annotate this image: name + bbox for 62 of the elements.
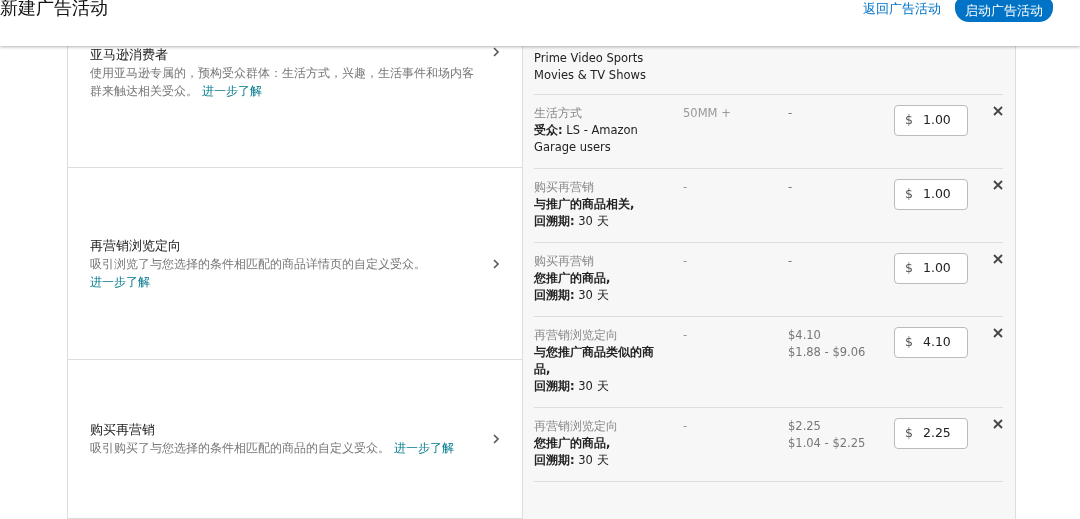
bid-value: 4.10: [922, 333, 951, 352]
target-detail: 与推广的商品相关,: [534, 196, 636, 213]
close-icon[interactable]: [993, 180, 1003, 190]
reach-value: -: [683, 327, 689, 344]
target-type: 购买再营销: [534, 253, 595, 270]
learn-more-link[interactable]: 进一步了解: [201, 84, 262, 98]
close-icon[interactable]: [993, 254, 1003, 264]
target-type: 生活方式: [534, 105, 583, 122]
close-icon[interactable]: [993, 106, 1003, 116]
category-title: 再营销浏览定向: [90, 236, 182, 255]
suggested-bid: $1.88 - $9.06: [788, 344, 866, 361]
target-detail: 您推广的商品,: [534, 270, 612, 287]
audience-name: Prime Video Sports: [534, 50, 645, 67]
category-description: 使用亚马逊专属的，预构受众群体：生活方式，兴趣，生活事件和场内客群来触达相关受众。 进一步了解: [90, 65, 475, 100]
bid-value: 1.00: [922, 111, 951, 130]
bid-input[interactable]: $ 1.00: [894, 105, 968, 136]
back-link[interactable]: 返回广告活动: [863, 0, 941, 18]
target-detail: 您推广的商品,: [534, 435, 612, 452]
target-type: 购买再营销: [534, 179, 595, 196]
bid-value: 1.00: [922, 185, 951, 204]
target-detail: 回溯期: 30 天: [534, 213, 610, 230]
currency-symbol: $: [905, 424, 913, 443]
category-title: 购买再营销: [90, 421, 156, 440]
chevron-right-icon: [492, 257, 500, 270]
chevron-right-icon: [492, 433, 500, 446]
currency-symbol: $: [905, 333, 913, 352]
reach-value: 50MM +: [683, 105, 732, 122]
suggested-bid: $1.04 - $2.25: [788, 435, 866, 452]
audience-name: Movies & TV Shows: [534, 67, 647, 84]
launch-campaign-button[interactable]: 启动广告活动: [955, 0, 1053, 22]
currency-symbol: $: [905, 185, 913, 204]
reach-value: -: [683, 253, 689, 270]
target-detail: 受众: LS - Amazon Garage users: [534, 122, 639, 156]
bid-value: 1.00: [922, 259, 951, 278]
target-detail: 回溯期: 30 天: [534, 287, 610, 304]
category-description: 吸引浏览了与您选择的条件相匹配的商品详情页的自定义受众。 进一步了解: [90, 255, 427, 291]
target-detail: 回溯期: 30 天: [534, 452, 610, 469]
bid-input[interactable]: $ 2.25: [894, 418, 968, 449]
bid-input[interactable]: $ 1.00: [894, 179, 968, 210]
suggested-bid: $2.25: [788, 418, 821, 435]
category-description: 吸引购买了与您选择的条件相匹配的商品的自定义受众。 进一步了解: [90, 440, 455, 458]
target-detail: 回溯期: 30 天: [534, 378, 610, 395]
bid-input[interactable]: $ 1.00: [894, 253, 968, 284]
learn-more-link[interactable]: 进一步了解: [393, 441, 454, 456]
chevron-right-icon: [492, 46, 500, 58]
reach-value: -: [683, 418, 689, 435]
currency-symbol: $: [905, 111, 913, 130]
suggested-bid: -: [788, 253, 793, 270]
learn-more-link[interactable]: 进一步了解: [90, 274, 150, 289]
suggested-bid: $4.10: [788, 327, 821, 344]
target-detail: 与您推广商品类似的商品,: [534, 344, 655, 378]
target-type: 再营销浏览定向: [534, 418, 619, 435]
bid-value: 2.25: [922, 424, 951, 443]
currency-symbol: $: [905, 259, 913, 278]
category-title: 亚马逊消费者: [90, 46, 169, 64]
close-icon[interactable]: [993, 419, 1003, 429]
bid-input[interactable]: $ 4.10: [894, 327, 968, 358]
suggested-bid: -: [788, 179, 793, 196]
target-type: 再营销浏览定向: [534, 327, 619, 344]
close-icon[interactable]: [993, 328, 1003, 338]
suggested-bid: -: [788, 105, 793, 122]
reach-value: -: [683, 179, 689, 196]
